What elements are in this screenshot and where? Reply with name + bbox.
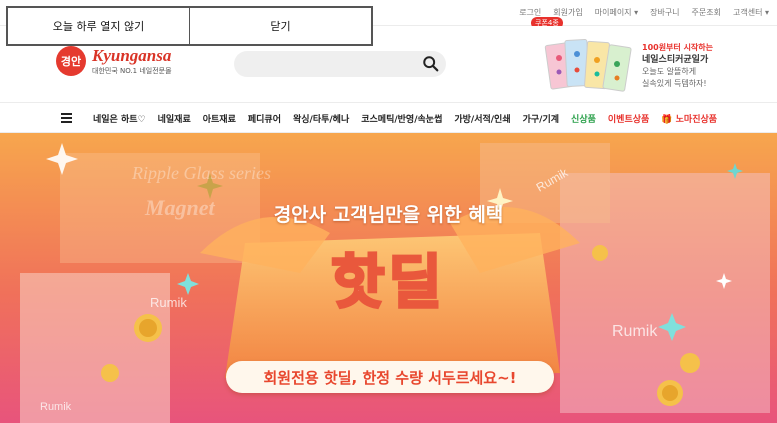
nav-item-pedicure[interactable]: 페디큐어 (248, 112, 281, 125)
ghost-text-ripple: Ripple Glass series (132, 163, 271, 183)
hero-ribbon: 회원전용 핫딜, 한정 수량 서두르세요~! (226, 361, 554, 393)
logo-brand: Kyungansa (92, 45, 172, 65)
brand-mark-rumik-3: Rumik (40, 401, 72, 413)
search-icon[interactable] (422, 55, 440, 73)
promo-line-1: 100원부터 시작하는 (642, 43, 714, 52)
nav-item-furniture-machine[interactable]: 가구/기계 (523, 112, 559, 125)
search-box (234, 51, 446, 77)
nav-item-event-products[interactable]: 이벤트상품 (608, 112, 649, 125)
hide-today-button[interactable]: 오늘 하루 열지 않기 (8, 8, 189, 44)
nav-item-new-products[interactable]: 신상품 (571, 112, 596, 125)
sticker-sheets-image (544, 39, 632, 92)
nav-item-no-margin-products[interactable]: 🎁 노마진상품 (661, 112, 717, 125)
promo-line-2: 네일스티커균일가 (642, 55, 709, 65)
logo-tagline: 대한민국 NO.1 네일전문몰 (92, 66, 172, 75)
sticker-promo-banner[interactable]: 100원부터 시작하는 네일스티커균일가 오늘도 알뜰하게 실속있게 득템하자! (544, 32, 772, 96)
promo-line-4: 실속있게 득템하자! (642, 79, 707, 88)
brand-mark-rumik-2: Rumik (612, 323, 658, 340)
search-input[interactable] (246, 55, 416, 73)
hero-subtitle: 경안사 고객님만을 위한 혜택 (273, 204, 504, 226)
nav-item-art-supplies[interactable]: 아트재료 (203, 112, 236, 125)
popup-close-button[interactable]: 닫기 (189, 8, 371, 44)
cart-link[interactable]: 장바구니 (650, 7, 679, 18)
hamburger-menu-icon[interactable] (61, 113, 72, 123)
nav-item-bags-books-print[interactable]: 가방/서적/인쇄 (454, 112, 510, 125)
customer-center-link[interactable]: 고객센터 ▾ (733, 7, 769, 18)
popup-control-bar: 오늘 하루 열지 않기 닫기 (6, 6, 373, 46)
promo-text: 100원부터 시작하는 네일스티커균일가 오늘도 알뜰하게 실속있게 득템하자! (642, 42, 713, 90)
hero-title: 핫딜 (330, 247, 446, 318)
promo-line-3: 오늘도 알뜰하게 (642, 67, 697, 76)
hero-banner[interactable]: Ripple Glass series Magnet Rumik Rumik R… (0, 133, 777, 423)
nav-item-nail-heart[interactable]: 네일은 하트♡ (93, 112, 146, 125)
logo-text: Kyungansa 대한민국 NO.1 네일전문몰 (92, 47, 172, 76)
nav-item-waxing-tattoo-henna[interactable]: 왁싱/타투/헤나 (293, 112, 349, 125)
nav-items: 네일은 하트♡ 네일재료 아트재료 페디큐어 왁싱/타투/헤나 코스메틱/반영/… (93, 112, 717, 125)
nav-item-nail-supplies[interactable]: 네일재료 (158, 112, 191, 125)
order-lookup-link[interactable]: 주문조회 (692, 7, 721, 18)
main-navigation: 네일은 하트♡ 네일재료 아트재료 페디큐어 왁싱/타투/헤나 코스메틱/반영/… (0, 102, 777, 133)
mypage-link[interactable]: 마이페이지 ▾ (595, 7, 638, 18)
logo-mark: 경안 (56, 46, 86, 76)
site-logo[interactable]: 경안 Kyungansa 대한민국 NO.1 네일전문몰 (56, 46, 172, 76)
nav-item-cosmetic-lash[interactable]: 코스메틱/반영/속눈썹 (361, 112, 442, 125)
